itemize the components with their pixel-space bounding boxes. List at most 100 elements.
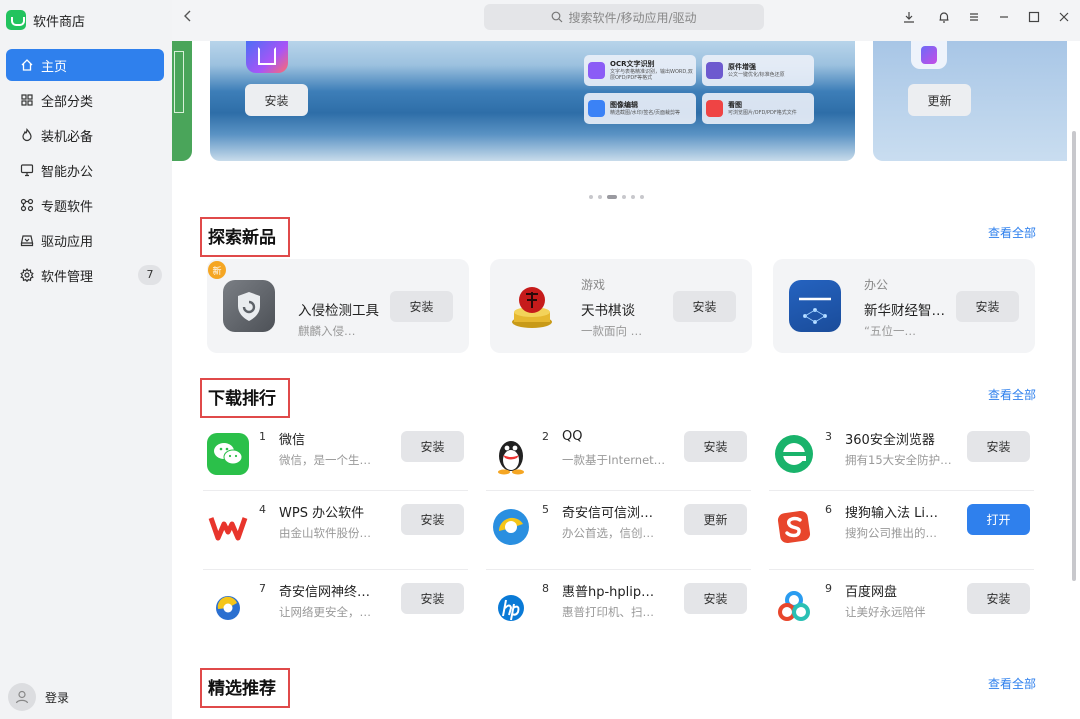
hp-icon — [490, 585, 532, 627]
qianxin-terminal-icon — [207, 585, 249, 627]
ranking-item[interactable]: 4 WPS 办公软件 由金山软件股份… 安装 — [203, 490, 468, 569]
ranking-item[interactable]: 5 奇安信可信浏… 办公首选，信创… 更新 — [486, 490, 751, 569]
install-button[interactable]: 安装 — [684, 583, 747, 614]
sidebar-item-label: 主页 — [41, 59, 68, 75]
hamburger-menu-icon — [970, 13, 978, 21]
update-count-badge: 7 — [138, 265, 162, 285]
app-name: 搜狗输入法 Li… — [845, 506, 938, 521]
sidebar-item-drivers[interactable]: 驱动应用 — [6, 224, 164, 256]
app-name: 入侵检测工具 — [298, 303, 379, 319]
baidu-netdisk-icon — [773, 585, 815, 627]
app-description: 让美好永远陪伴 — [845, 605, 926, 619]
feature-subtitle: 公文一键优化/标准色还原 — [728, 72, 785, 78]
menu-button[interactable] — [964, 7, 984, 27]
download-icon — [904, 12, 914, 23]
banner-update-button[interactable]: 更新 — [908, 84, 971, 116]
open-button[interactable]: 打开 — [967, 504, 1030, 535]
ranking-item[interactable]: 6 搜狗输入法 Li… 搜狗公司推出的… 打开 — [769, 490, 1034, 569]
see-all-ranking-link[interactable]: 查看全部 — [988, 386, 1036, 403]
ranking-item[interactable]: 7 奇安信网神终… 让网络更安全，… 安装 — [203, 569, 468, 648]
app-name: WPS 办公软件 — [279, 506, 365, 521]
new-app-card[interactable]: 游戏 天书棋谈 一款面向 … 安装 — [490, 259, 752, 353]
sidebar-item-office[interactable]: 智能办公 — [6, 154, 164, 186]
carousel-dot[interactable] — [598, 195, 602, 199]
flame-icon — [20, 128, 34, 142]
ranking-item[interactable]: 3 360安全浏览器 拥有15大安全防护… 安装 — [769, 418, 1034, 497]
sidebar-item-software-management[interactable]: 软件管理 7 — [6, 259, 164, 291]
search-box[interactable]: 搜索软件/移动应用/驱动 — [484, 4, 764, 30]
install-button[interactable]: 安装 — [390, 291, 453, 322]
sidebar: 软件商店 主页 全部分类 装机必备 智能办公 专题软件 驱动应用 软件管理 7 … — [0, 0, 172, 719]
rank-number: 8 — [542, 582, 549, 595]
carousel-dot[interactable] — [622, 195, 626, 199]
install-button[interactable]: 安装 — [684, 431, 747, 462]
banner-install-button[interactable]: 安装 — [245, 84, 308, 116]
app-description: 办公首选，信创… — [562, 526, 654, 540]
download-button[interactable] — [899, 7, 919, 27]
gear-icon — [20, 267, 34, 283]
home-icon — [20, 58, 34, 72]
main-content: 安装 OCR文字识别 文字与表格精准识别，输出WORD,双层OFD/PDF等格式 … — [172, 41, 1080, 719]
login-button[interactable]: 登录 — [8, 683, 69, 711]
chess-icon — [506, 280, 558, 332]
maximize-button[interactable] — [1024, 7, 1044, 27]
ranking-item[interactable]: 8 惠普hp-hplip… 惠普打印机、扫… 安装 — [486, 569, 751, 648]
new-badge: 新 — [208, 261, 226, 279]
ranking-item[interactable]: 1 微信 微信，是一个生… 安装 — [203, 418, 468, 497]
ranking-item[interactable]: 9 百度网盘 让美好永远陪伴 安装 — [769, 569, 1034, 648]
rank-number: 6 — [825, 503, 832, 516]
wechat-icon — [207, 433, 249, 475]
notification-button[interactable] — [934, 7, 954, 27]
rank-number: 5 — [542, 503, 549, 516]
carousel-dot-active[interactable] — [607, 195, 617, 199]
install-button[interactable]: 安装 — [956, 291, 1019, 322]
carousel-dot[interactable] — [631, 195, 635, 199]
banner-prev-slide[interactable] — [172, 41, 192, 161]
see-all-featured-link[interactable]: 查看全部 — [988, 675, 1036, 692]
minimize-icon — [1000, 16, 1008, 18]
banner-slide[interactable]: 安装 OCR文字识别 文字与表格精准识别，输出WORD,双层OFD/PDF等格式 … — [210, 41, 855, 161]
feature-subtitle: 精选截图/水印/签名/页面裁剪等 — [610, 110, 681, 116]
shield-icon — [223, 280, 275, 332]
banner-feature-enhance: 原件增强 公文一键优化/标准色还原 — [702, 55, 814, 86]
section-title-ranking: 下载排行 — [200, 378, 290, 418]
app-name: 百度网盘 — [845, 585, 898, 600]
install-button[interactable]: 安装 — [673, 291, 736, 322]
rank-number: 4 — [259, 503, 266, 516]
close-button[interactable] — [1054, 7, 1074, 27]
section-title-explore: 探索新品 — [200, 217, 290, 257]
app-title: 软件商店 — [33, 14, 86, 30]
install-button[interactable]: 安装 — [967, 431, 1030, 462]
carousel-dot[interactable] — [589, 195, 593, 199]
install-button[interactable]: 安装 — [401, 583, 464, 614]
ranking-item[interactable]: 2 QQ 一款基于Internet… 安装 — [486, 418, 751, 497]
feature-subtitle: 可浏览图片/OFD/PDF格式文件 — [728, 110, 797, 116]
new-app-card[interactable]: 办公 新华财经智… “五位一… 安装 — [773, 259, 1035, 353]
app-name: 惠普hp-hplip… — [562, 585, 655, 600]
see-all-explore-link[interactable]: 查看全部 — [988, 224, 1036, 241]
banner-next-app-icon — [911, 41, 947, 69]
app-description: 麒麟入侵… — [298, 324, 356, 338]
rank-number: 9 — [825, 582, 832, 595]
back-button[interactable] — [182, 8, 198, 28]
update-button[interactable]: 更新 — [684, 504, 747, 535]
banner-next-slide[interactable]: 更新 — [873, 41, 1067, 161]
install-button[interactable]: 安装 — [401, 504, 464, 535]
new-app-card[interactable]: 新 入侵检测工具 麒麟入侵… 安装 — [207, 259, 469, 353]
section-title-featured: 精选推荐 — [200, 668, 290, 708]
carousel-dot[interactable] — [640, 195, 644, 199]
ocr-icon — [588, 62, 605, 79]
search-icon — [552, 11, 563, 23]
sidebar-item-home[interactable]: 主页 — [6, 49, 164, 81]
minimize-button[interactable] — [994, 7, 1014, 27]
app-description: 拥有15大安全防护… — [845, 453, 952, 467]
sidebar-item-essentials[interactable]: 装机必备 — [6, 119, 164, 151]
install-button[interactable]: 安装 — [967, 583, 1030, 614]
sidebar-item-all-categories[interactable]: 全部分类 — [6, 84, 164, 116]
sidebar-item-label: 驱动应用 — [41, 234, 94, 250]
scrollbar[interactable] — [1072, 131, 1076, 581]
feature-title: 图像编辑 — [610, 101, 638, 109]
login-label: 登录 — [45, 690, 70, 705]
sidebar-item-topics[interactable]: 专题软件 — [6, 189, 164, 221]
install-button[interactable]: 安装 — [401, 431, 464, 462]
